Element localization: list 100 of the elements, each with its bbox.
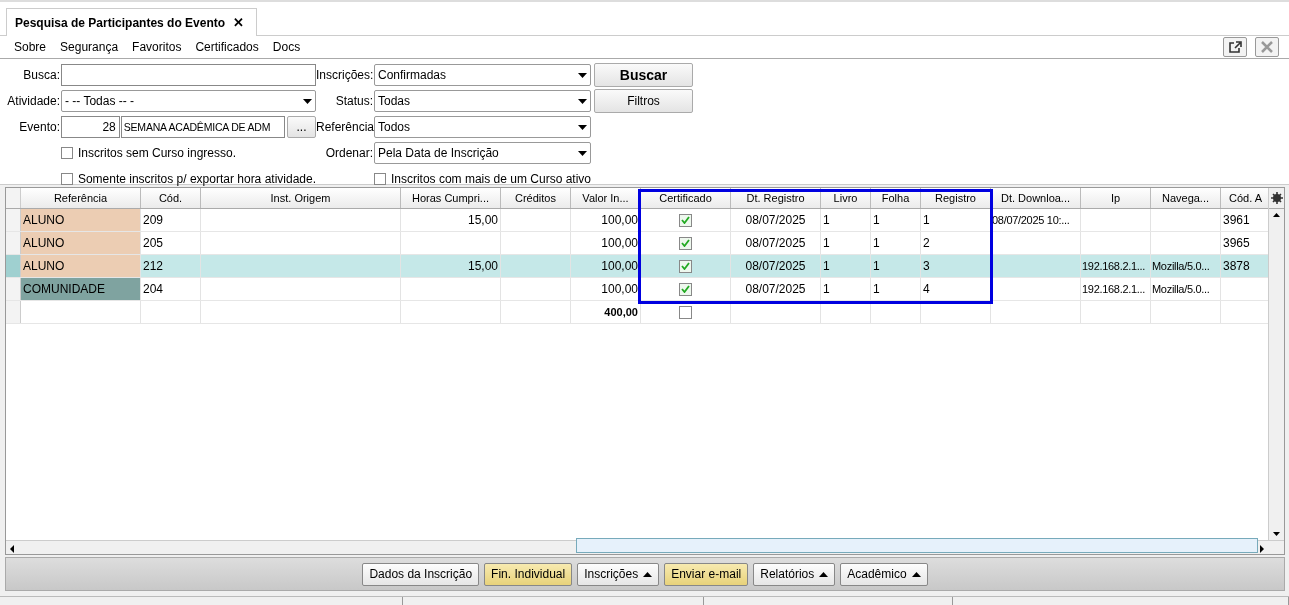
- event-code-field[interactable]: 28: [61, 116, 120, 138]
- field-label: Atividade:: [6, 94, 61, 108]
- checkbox-label: Inscritos sem Curso ingresso.: [78, 146, 237, 160]
- column-header[interactable]: Créditos: [501, 188, 571, 208]
- checkbox[interactable]: Inscritos sem Curso ingresso.: [61, 146, 316, 160]
- action-button[interactable]: Enviar e-mail: [664, 562, 749, 586]
- checkbox[interactable]: [679, 282, 692, 296]
- scrollbar-thumb[interactable]: [576, 538, 1258, 553]
- close-icon[interactable]: [1255, 37, 1279, 57]
- dropdown[interactable]: Todos: [374, 116, 591, 138]
- dropdown-arrow-icon: [303, 98, 312, 104]
- table-cell: 2: [921, 232, 991, 254]
- column-header[interactable]: Inst. Origem: [201, 188, 401, 208]
- table-cell: 1: [921, 209, 991, 231]
- reference-tag: COMUNIDADE: [21, 278, 141, 300]
- table-cell: 1: [871, 278, 921, 300]
- dropdown[interactable]: Confirmadas: [374, 64, 591, 86]
- checkbox[interactable]: [679, 305, 692, 319]
- table-cell: 15,00: [401, 255, 501, 277]
- checkbox[interactable]: [679, 213, 692, 227]
- column-header[interactable]: Cód.: [141, 188, 201, 208]
- table-cell: 204: [141, 278, 201, 300]
- checkbox[interactable]: [679, 236, 692, 250]
- checkbox-box[interactable]: [374, 173, 386, 185]
- search-button[interactable]: Buscar: [594, 63, 693, 87]
- action-button[interactable]: Dados da Inscrição: [362, 562, 480, 586]
- checkbox-box[interactable]: [61, 147, 73, 159]
- reference-tag: ALUNO: [21, 255, 141, 277]
- dropdown-arrow-icon: [578, 124, 587, 130]
- column-header[interactable]: Livro: [821, 188, 871, 208]
- table-cell: 1: [871, 232, 921, 254]
- table-cell: 08/07/2025: [731, 232, 821, 254]
- document-tab[interactable]: Pesquisa de Participantes do Evento ✕: [6, 8, 258, 36]
- search-field[interactable]: [61, 64, 316, 86]
- browse-button[interactable]: ...: [287, 116, 316, 138]
- dropdown[interactable]: - -- Todas -- -: [61, 90, 316, 112]
- column-header[interactable]: Valor In...: [571, 188, 641, 208]
- menu-item[interactable]: Segurança: [54, 40, 127, 54]
- column-header[interactable]: Dt. Registro: [731, 188, 821, 208]
- table-cell: 205: [141, 232, 201, 254]
- dropdown-arrow-icon: [578, 98, 587, 104]
- close-tab-icon[interactable]: ✕: [233, 15, 245, 30]
- field-label: Status:: [334, 94, 374, 108]
- column-header[interactable]: Folha: [871, 188, 921, 208]
- table-cell: 3: [921, 255, 991, 277]
- table-cell: 192.168.2.1...: [1081, 255, 1151, 277]
- column-header[interactable]: Navega...: [1151, 188, 1221, 208]
- table-cell: 08/07/2025: [731, 255, 821, 277]
- column-header[interactable]: Referência: [21, 188, 141, 208]
- menu-item[interactable]: Docs: [266, 40, 309, 54]
- checkbox-box[interactable]: [61, 173, 73, 185]
- field-label: Referência: [316, 120, 374, 134]
- table-cell: 4: [921, 278, 991, 300]
- filters-button[interactable]: Filtros: [594, 89, 693, 113]
- reference-tag: ALUNO: [21, 209, 141, 231]
- column-header[interactable]: Dt. Downloa...: [991, 188, 1081, 208]
- table-cell: Mozilla/5.0...: [1151, 255, 1221, 277]
- table-cell: 212: [141, 255, 201, 277]
- table-cell: 1: [821, 209, 871, 231]
- column-header[interactable]: Certificado: [641, 188, 731, 208]
- table-cell: 209: [141, 209, 201, 231]
- menu-item[interactable]: Certificados: [189, 40, 267, 54]
- table-cell: 08/07/2025: [731, 278, 821, 300]
- dropdown-arrow-icon: [578, 72, 587, 78]
- dropdown-arrow-icon: [578, 150, 587, 156]
- reference-tag: ALUNO: [21, 232, 141, 254]
- table-cell: 100,00: [571, 232, 641, 254]
- dropdown[interactable]: Pela Data de Inscrição: [374, 142, 591, 164]
- column-header[interactable]: Cód. A: [1221, 188, 1268, 208]
- action-button[interactable]: Acadêmico: [840, 562, 928, 586]
- table-cell: 100,00: [571, 209, 641, 231]
- action-button[interactable]: Inscrições: [577, 562, 660, 586]
- external-window-icon[interactable]: [1223, 37, 1247, 57]
- menu-item[interactable]: Favoritos: [126, 40, 190, 54]
- table-cell: 100,00: [571, 278, 641, 300]
- field-label: Inscrições:: [316, 68, 374, 82]
- table-cell: 1: [871, 209, 921, 231]
- settings-icon[interactable]: [1270, 192, 1283, 204]
- table-cell: 08/07/2025 10:...: [991, 209, 1081, 231]
- field-label: Busca:: [22, 68, 61, 82]
- table-cell: 1: [821, 278, 871, 300]
- table-cell: 1: [821, 232, 871, 254]
- column-header[interactable]: Ip: [1081, 188, 1151, 208]
- event-name-field[interactable]: SEMANA ACADÊMICA DE ADM: [120, 116, 286, 138]
- action-button[interactable]: Relatórios: [753, 562, 836, 586]
- table-cell: 1: [821, 255, 871, 277]
- dropdown[interactable]: Todas: [374, 90, 591, 112]
- menu-item[interactable]: Sobre: [8, 40, 55, 54]
- table-cell: 192.168.2.1...: [1081, 278, 1151, 300]
- table-cell: 100,00: [571, 255, 641, 277]
- table-cell: 08/07/2025: [731, 209, 821, 231]
- table-cell: 400,00: [571, 301, 641, 323]
- column-header[interactable]: Registro: [921, 188, 991, 208]
- field-label: Evento:: [18, 120, 61, 134]
- column-header[interactable]: Horas Cumpri...: [401, 188, 501, 208]
- action-button[interactable]: Fin. Individual: [484, 562, 573, 586]
- table-cell: 15,00: [401, 209, 501, 231]
- checkbox[interactable]: [679, 259, 692, 273]
- table-cell: Mozilla/5.0...: [1151, 278, 1221, 300]
- table-cell: 1: [871, 255, 921, 277]
